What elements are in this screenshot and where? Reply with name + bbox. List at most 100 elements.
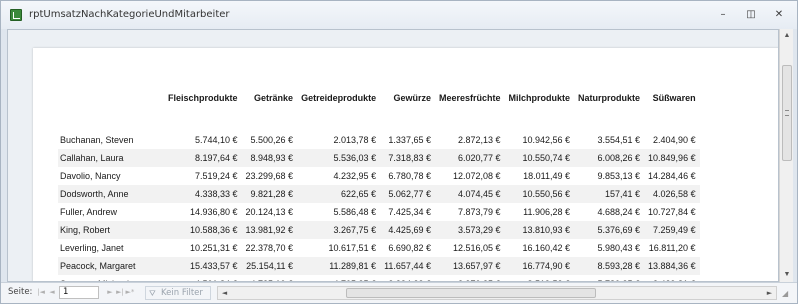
next-page-icon[interactable]: ► xyxy=(105,286,115,299)
sales-value-cell: 10.849,96 € xyxy=(648,153,696,163)
table-row: Fuller, Andrew 14.936,80 € 20.124,13 € 5.58… xyxy=(58,203,700,221)
report-page: Fleischprodukte Getränke Getreideprodukt… xyxy=(33,48,778,281)
sales-value-cell: 2.324,23 € xyxy=(380,275,435,281)
title-bar[interactable]: rptUmsatzNachKategorieUndMitarbeiter – ◫… xyxy=(1,1,797,29)
sales-value-cell: 4.725,10 € xyxy=(242,275,298,281)
new-record-icon[interactable]: ►* xyxy=(125,286,135,299)
employee-name-cell: Dodsworth, Anne xyxy=(60,189,129,199)
vertical-scroll-thumb[interactable] xyxy=(782,65,792,161)
table-row: Callahan, Laura 8.197,64 € 8.948,93 € 5.536… xyxy=(58,149,700,167)
employee-name-cell: Peacock, Margaret xyxy=(60,261,136,271)
sales-value-cell: 4.026,58 € xyxy=(653,189,696,199)
page-label: Seite: xyxy=(8,287,33,297)
sales-value-cell: 10.588,36 € xyxy=(189,225,238,235)
sales-value-cell: 13.884,36 € xyxy=(648,261,696,271)
filter-icon: ⛛ xyxy=(149,289,156,298)
horizontal-scrollbar[interactable]: ◄ ► xyxy=(217,286,777,300)
scroll-down-icon[interactable]: ▼ xyxy=(780,268,794,282)
sales-value-cell: 16.160,42 € xyxy=(522,243,571,253)
sales-value-cell: 4.074,45 € xyxy=(457,189,501,199)
sales-value-cell: 3.429,81 € xyxy=(644,275,700,281)
sales-value-cell: 2.404,90 € xyxy=(653,135,696,145)
sales-value-cell: 5.744,10 € xyxy=(194,135,238,145)
filter-label: Kein Filter xyxy=(161,288,203,298)
sales-value-cell: 13.981,92 € xyxy=(245,225,294,235)
sales-value-cell: 4.501,84 € xyxy=(164,275,242,281)
sales-value-cell: 22.378,70 € xyxy=(245,243,294,253)
table-body: Buchanan, Steven 5.744,10 € 5.500,26 € 2.01… xyxy=(58,131,700,281)
grip-icon xyxy=(785,110,789,116)
sales-value-cell: 4.705,35 € xyxy=(297,275,380,281)
sales-value-cell: 11.657,44 € xyxy=(384,261,431,271)
sales-value-cell: 7.259,49 € xyxy=(653,225,696,235)
sales-value-cell: 4.425,69 € xyxy=(388,225,431,235)
close-icon[interactable]: ✕ xyxy=(770,7,788,23)
column-header: Fleischprodukte xyxy=(168,93,238,103)
sales-value-cell: 10.727,84 € xyxy=(648,207,696,217)
employee-name-cell: Buchanan, Steven xyxy=(60,135,134,145)
sales-value-cell: 4.338,33 € xyxy=(194,189,238,199)
horizontal-scroll-thumb[interactable] xyxy=(346,288,596,298)
sales-value-cell: 16.774,90 € xyxy=(522,261,571,271)
column-header: Getreideprodukte xyxy=(301,93,377,103)
sales-value-cell: 6.020,77 € xyxy=(457,153,501,163)
table-row: Suyama, Michael4.501,84 €4.725,10 €4.705… xyxy=(58,275,700,281)
sales-value-cell: 157,41 € xyxy=(604,189,641,199)
access-report-icon xyxy=(10,9,22,21)
sales-value-cell: 5.586,48 € xyxy=(333,207,377,217)
column-header: Naturprodukte xyxy=(578,93,641,103)
employee-name-cell: Leverling, Janet xyxy=(60,243,124,253)
sales-value-cell: 18.011,49 € xyxy=(523,171,571,181)
sales-value-cell: 20.124,13 € xyxy=(245,207,294,217)
sales-value-cell: 4.688,24 € xyxy=(597,207,641,217)
employee-name-cell: King, Robert xyxy=(60,225,111,235)
sales-value-cell: 7.425,34 € xyxy=(388,207,431,217)
scroll-right-icon[interactable]: ► xyxy=(763,287,776,299)
table-header-row: Fleischprodukte Getränke Getreideprodukt… xyxy=(58,93,700,113)
sales-value-cell: 25.154,11 € xyxy=(246,261,294,271)
resize-grip-icon[interactable]: ◢ xyxy=(782,289,792,299)
sales-value-cell: 9.853,13 € xyxy=(597,171,641,181)
table-row: Peacock, Margaret 15.433,57 € 25.154,11 € 1… xyxy=(58,257,700,275)
sales-value-cell: 5.500,26 € xyxy=(250,135,294,145)
sales-value-cell: 2.013,78 € xyxy=(333,135,377,145)
sales-value-cell: 11.289,81 € xyxy=(329,261,377,271)
sales-value-cell: 5.780,35 € xyxy=(574,275,644,281)
table-row: Dodsworth, Anne 4.338,33 € 9.821,28 € 622,6… xyxy=(58,185,700,203)
sales-value-cell: 8.593,28 € xyxy=(597,261,641,271)
filter-button[interactable]: ⛛ Kein Filter xyxy=(145,286,211,300)
first-page-icon[interactable]: |◄ xyxy=(36,286,46,299)
sales-value-cell: 7.873,79 € xyxy=(457,207,501,217)
restore-icon[interactable]: ◫ xyxy=(742,7,760,23)
sales-value-cell: 12.072,08 € xyxy=(452,171,501,181)
previous-page-icon[interactable]: ◄ xyxy=(47,286,57,299)
last-page-icon[interactable]: ►| xyxy=(115,286,125,299)
sales-value-cell: 11.906,28 € xyxy=(523,207,571,217)
report-viewport: Fleischprodukte Getränke Getreideprodukt… xyxy=(7,29,779,282)
scroll-left-icon[interactable]: ◄ xyxy=(218,287,231,299)
vertical-scrollbar[interactable]: ▲ ▼ xyxy=(779,29,793,282)
header-spacer xyxy=(58,113,700,131)
sales-value-cell: 4.232,95 € xyxy=(333,171,377,181)
sales-value-cell: 7.318,83 € xyxy=(388,153,431,163)
sales-value-cell: 10.550,74 € xyxy=(522,153,571,163)
sales-value-cell: 6.780,78 € xyxy=(388,171,431,181)
employee-name-cell: Fuller, Andrew xyxy=(60,207,118,217)
table-row: Buchanan, Steven 5.744,10 € 5.500,26 € 2.01… xyxy=(58,131,700,149)
sales-value-cell: 1.337,65 € xyxy=(388,135,431,145)
employee-name-cell: Callahan, Laura xyxy=(60,153,124,163)
sales-value-cell: 13.810,93 € xyxy=(522,225,571,235)
page-number-input[interactable]: 1 xyxy=(59,286,99,299)
scroll-up-icon[interactable]: ▲ xyxy=(780,29,794,43)
sales-value-cell: 5.536,03 € xyxy=(333,153,377,163)
sales-value-cell: 15.433,57 € xyxy=(189,261,238,271)
sales-value-cell: 7.519,24 € xyxy=(194,171,238,181)
minimize-icon[interactable]: – xyxy=(714,7,732,23)
sales-table: Fleischprodukte Getränke Getreideprodukt… xyxy=(58,93,700,281)
sales-value-cell: 5.062,77 € xyxy=(388,189,431,199)
column-header: Milchprodukte xyxy=(508,93,571,103)
table-row: Leverling, Janet 10.251,31 € 22.378,70 € 10… xyxy=(58,239,700,257)
sales-value-cell: 3.573,29 € xyxy=(457,225,501,235)
sales-value-cell: 13.657,97 € xyxy=(452,261,501,271)
sales-value-cell: 14.284,46 € xyxy=(648,171,696,181)
